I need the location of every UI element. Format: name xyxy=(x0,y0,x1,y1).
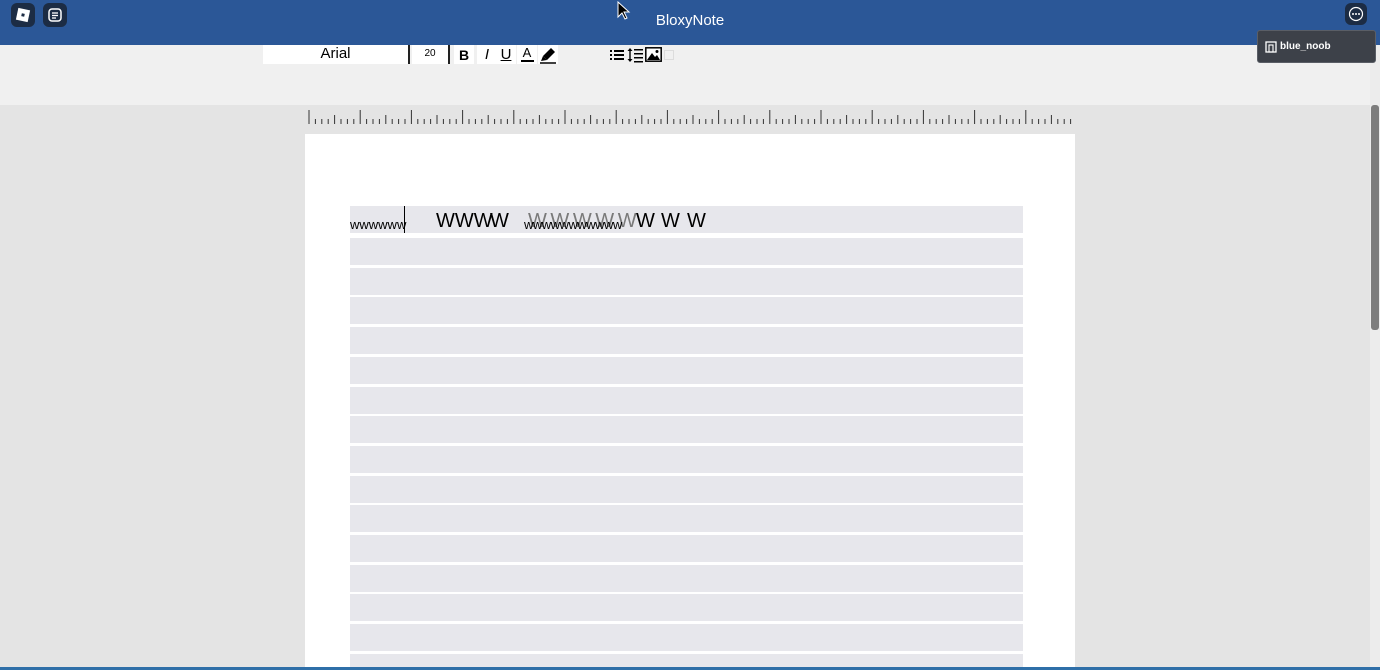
table-icon xyxy=(664,49,674,60)
italic-icon: I xyxy=(484,46,490,63)
text-run: W xyxy=(490,210,509,232)
document-page[interactable]: wwwwww WWW W W W W W W wwwwwwwwwww W W W xyxy=(305,134,1075,670)
text-run: W xyxy=(636,210,655,232)
document-line[interactable] xyxy=(350,386,1023,414)
line-spacing-icon xyxy=(627,47,643,62)
text-run: wwwwwwwwwww xyxy=(524,217,622,232)
document-line[interactable] xyxy=(350,327,1023,355)
text-run: WWW xyxy=(436,210,493,232)
document-line[interactable] xyxy=(350,297,1023,325)
app-title: BloxyNote xyxy=(655,12,725,29)
title-bar: BloxyNote xyxy=(0,0,1380,45)
document-line[interactable] xyxy=(350,475,1023,503)
document-line[interactable] xyxy=(350,416,1023,444)
scrollbar-thumb[interactable] xyxy=(1371,105,1379,330)
ruler xyxy=(308,110,1072,124)
extra-tool-button[interactable] xyxy=(662,45,676,64)
font-size-input[interactable]: 20 xyxy=(412,45,450,64)
insert-image-button[interactable] xyxy=(643,45,663,64)
bullet-list-button[interactable] xyxy=(607,45,627,64)
document-line[interactable] xyxy=(350,356,1023,384)
line-spacing-button[interactable] xyxy=(625,45,645,64)
vertical-scrollbar[interactable] xyxy=(1370,45,1380,670)
text-caret xyxy=(404,206,405,233)
italic-button[interactable]: I xyxy=(477,45,497,64)
formatting-toolbar: Arial 20 B I U A xyxy=(0,45,1380,105)
more-options-button[interactable] xyxy=(1345,3,1367,25)
document-line[interactable] xyxy=(350,594,1023,622)
document-line[interactable] xyxy=(350,267,1023,295)
document-line[interactable] xyxy=(350,535,1023,562)
document-line[interactable] xyxy=(350,624,1023,652)
more-icon xyxy=(1348,6,1364,22)
font-name-dropdown[interactable]: Arial xyxy=(263,45,410,64)
text-run: wwwwww xyxy=(350,217,407,232)
bloxynote-app: BloxyNote blue_noob Arial 20 B I U A www… xyxy=(0,0,1380,670)
document-line[interactable] xyxy=(350,238,1023,265)
underline-button[interactable]: U xyxy=(496,45,516,64)
username-label: blue_noob xyxy=(1280,41,1331,52)
document-line-1[interactable]: wwwwww WWW W W W W W W wwwwwwwwwww W W W xyxy=(350,206,1023,233)
text-run: W xyxy=(687,210,706,232)
user-badge[interactable]: blue_noob xyxy=(1257,30,1376,63)
bold-button[interactable]: B xyxy=(454,45,474,64)
font-color-button[interactable]: A xyxy=(517,45,537,64)
bold-icon: B xyxy=(458,46,470,63)
mouse-cursor-icon xyxy=(617,1,631,20)
text-run: W xyxy=(661,210,680,232)
bullet-list-icon xyxy=(610,49,624,60)
font-color-icon: A xyxy=(522,45,532,60)
highlighter-button[interactable] xyxy=(538,45,558,64)
font-color-swatch xyxy=(520,60,534,62)
image-icon xyxy=(644,47,662,62)
document-line[interactable] xyxy=(350,564,1023,592)
document-line[interactable] xyxy=(350,505,1023,533)
document-line[interactable] xyxy=(350,445,1023,473)
highlighter-icon xyxy=(540,47,556,64)
user-tag-icon xyxy=(1265,40,1277,53)
underline-icon: U xyxy=(500,46,512,63)
